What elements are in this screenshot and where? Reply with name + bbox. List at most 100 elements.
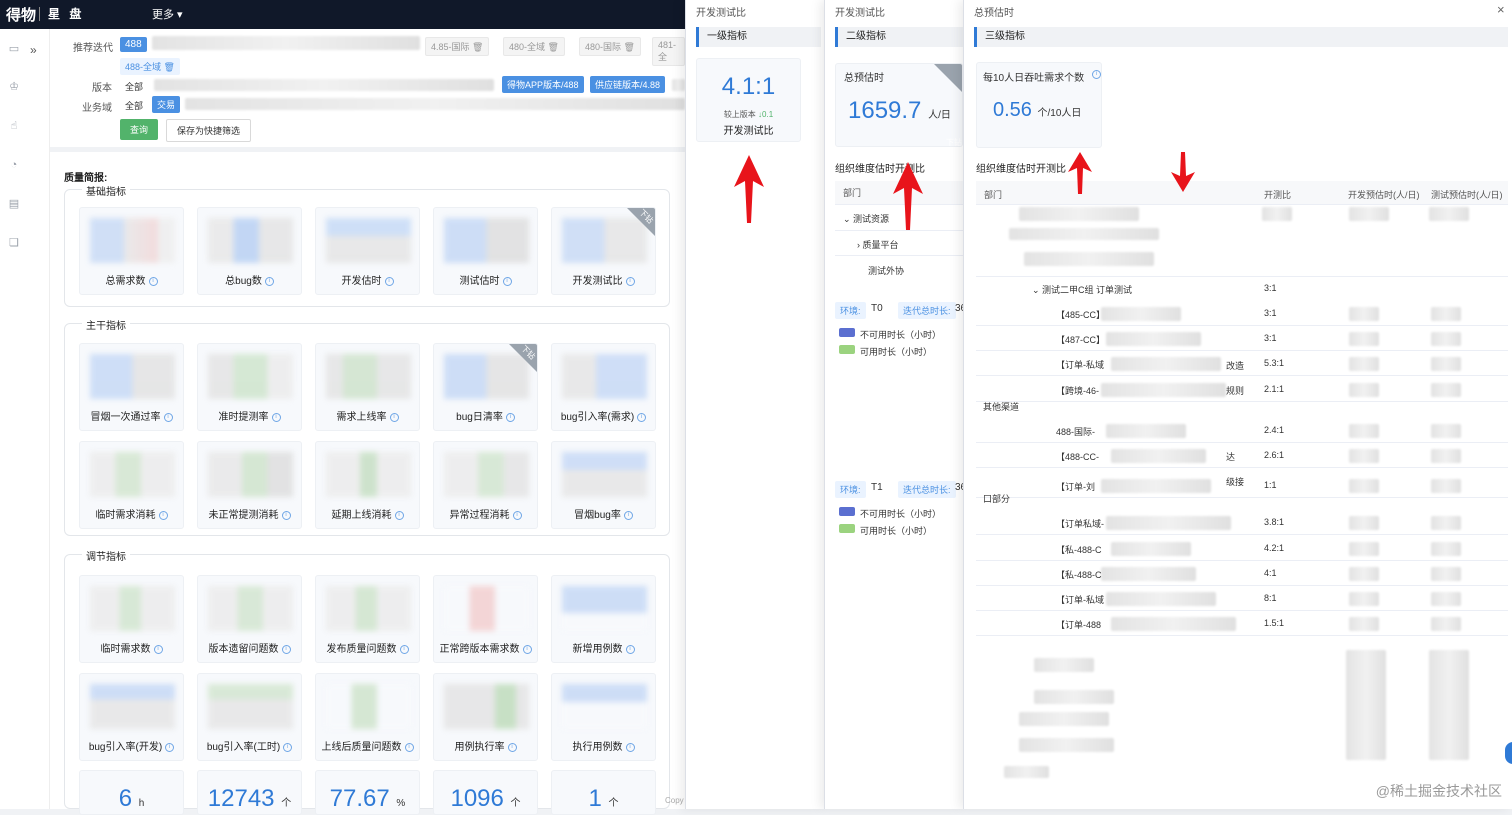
metric-card-demand-online[interactable]: 需求上线率 i (315, 343, 420, 431)
table-row[interactable]: 488-国际- 2.4:1 (976, 419, 1508, 443)
metric-card-total-demands[interactable]: 总需求数 i (79, 207, 184, 295)
close-icon[interactable]: × (1497, 2, 1505, 17)
metric-card-post-release-issues[interactable]: 上线后质量问题数 i (315, 673, 420, 761)
metric-card-dev-estimate[interactable]: 开发估时 i (315, 207, 420, 295)
metric-card-cross-version[interactable]: 正常跨版本需求数 i (433, 575, 538, 663)
expand-sidebar-icon[interactable]: » (30, 43, 37, 57)
info-icon[interactable]: i (522, 644, 532, 654)
info-icon[interactable]: i (394, 510, 404, 520)
info-icon[interactable]: i (404, 742, 414, 752)
metric-card-bug-intro-hours[interactable]: bug引入率(工时) i (197, 673, 302, 761)
biz-all-option[interactable]: 全部 (125, 99, 143, 112)
number-card[interactable]: 12743 个 (197, 770, 302, 815)
brand-logo[interactable]: 得物 (6, 4, 36, 25)
drill-corner[interactable] (934, 64, 962, 92)
info-icon[interactable]: i (399, 644, 409, 654)
table-row[interactable]: 【487-CC】 3:1 (976, 327, 1508, 351)
metric-card-abnormal-test-cost[interactable]: 未正常提测消耗 i (197, 441, 302, 529)
thumb-icon[interactable]: ☝ (8, 120, 20, 132)
iteration-tag-1[interactable]: 4.85-国际 🗑 (425, 37, 490, 56)
trophy-icon[interactable]: ♔ (8, 81, 20, 93)
metric-card-case-exec-rate[interactable]: 用例执行率 i (433, 673, 538, 761)
iteration-tag-4[interactable]: 481-全 (652, 37, 685, 66)
iteration-sub-tag[interactable]: 488-全域 🗑 (120, 58, 180, 75)
table-icon[interactable]: ▤ (8, 198, 20, 210)
message-icon[interactable]: ▭ (8, 43, 20, 55)
info-icon[interactable]: i (281, 644, 291, 654)
metric-card-delay-online-cost[interactable]: 延期上线消耗 i (315, 441, 420, 529)
metric-card-smoke-pass[interactable]: 冒烟一次通过率 i (79, 343, 184, 431)
info-icon[interactable]: i (165, 742, 175, 752)
throughput-kpi[interactable]: 每10人日吞吐需求个数 i 0.56 个/10人日 (976, 62, 1102, 148)
table-row[interactable]: 【订单-488 1.5:1 (976, 612, 1508, 636)
watermark: @稀土掘金技术社区 (1375, 783, 1502, 799)
info-icon[interactable]: i (625, 742, 635, 752)
version-all-option[interactable]: 全部 (125, 80, 143, 93)
info-icon[interactable]: i (281, 510, 291, 520)
info-icon[interactable]: i (163, 412, 173, 422)
save-filter-button[interactable]: 保存为快捷筛选 (166, 119, 252, 142)
table-row[interactable]: 【订单-私域 8:1 (976, 587, 1508, 611)
iteration-tag-2[interactable]: 480-全域 🗑 (503, 37, 565, 56)
dev-test-ratio-kpi[interactable]: 4.1:1 较上版本 ↓0.1 开发测试比 (696, 58, 801, 142)
info-icon[interactable]: i (637, 412, 647, 422)
number-card[interactable]: 1096 个 (433, 770, 538, 815)
metric-card-exec-cases[interactable]: 执行用例数 i (551, 673, 656, 761)
metric-card-release-issues[interactable]: 发布质量问题数 i (315, 575, 420, 663)
info-icon[interactable]: i (148, 276, 158, 286)
pie-chart-icon[interactable]: ◔ (8, 159, 20, 171)
number-card[interactable]: 6 h (79, 770, 184, 815)
metric-card-temp-demand-cost[interactable]: 临时需求消耗 i (79, 441, 184, 529)
metric-card-temp-demands[interactable]: 临时需求数 i (79, 575, 184, 663)
info-icon[interactable]: i (512, 510, 522, 520)
table-row[interactable]: 【订单私域- 3.8:1 (976, 511, 1508, 535)
metric-card-legacy-issues[interactable]: 版本遗留问题数 i (197, 575, 302, 663)
metric-card-total-bugs[interactable]: 总bug数 i (197, 207, 302, 295)
total-estimate-kpi[interactable]: 总预估时 i 1659.7 人/日 (835, 63, 963, 147)
version-tag-supply[interactable]: 供应链版本/4.88 (590, 76, 666, 93)
info-icon[interactable]: i (502, 276, 512, 286)
row-ratio: 2.1:1 (1264, 384, 1285, 394)
info-icon[interactable]: i (158, 510, 168, 520)
floating-help-button[interactable] (1505, 742, 1512, 764)
metric-card-abnormal-process-cost[interactable]: 异常过程消耗 i (433, 441, 538, 529)
metric-card-bug-intro-demand[interactable]: bug引入率(需求) i (551, 343, 656, 431)
number-card[interactable]: 1 个 (551, 770, 656, 815)
info-icon[interactable]: i (507, 742, 517, 752)
biz-selected-tag[interactable]: 交易 (152, 96, 181, 113)
metric-card-ontime-test[interactable]: 准时提测率 i (197, 343, 302, 431)
metric-card-new-cases[interactable]: 新增用例数 i (551, 575, 656, 663)
chat-icon[interactable]: ❏ (8, 237, 20, 249)
info-icon[interactable]: i (625, 276, 635, 286)
metric-card-dev-test-ratio[interactable]: 下钻 开发测试比 i (551, 207, 656, 295)
info-icon[interactable]: i (389, 412, 399, 422)
tree-row-quality-platform[interactable]: › 质量平台 (857, 238, 899, 251)
tree-row-test-resource[interactable]: ⌄ 测试资源 (843, 212, 889, 225)
info-icon[interactable]: i (625, 644, 635, 654)
metric-card-bug-intro-dev[interactable]: bug引入率(开发) i (79, 673, 184, 761)
version-tag-app[interactable]: 得物APP版本/488 (502, 76, 584, 93)
iteration-tag-3[interactable]: 480-国际 🗑 (579, 37, 641, 56)
info-icon[interactable]: i (271, 412, 281, 422)
more-menu[interactable]: 更多 ▾ (152, 6, 183, 22)
info-icon[interactable]: i (623, 510, 633, 520)
table-row[interactable]: 【488-CC- 2.6:1 (976, 444, 1508, 468)
query-button[interactable]: 查询 (120, 119, 159, 140)
metric-card-test-estimate[interactable]: 测试估时 i (433, 207, 538, 295)
group-row[interactable]: ⌄ 测试二甲C组 订单测试 (1032, 283, 1132, 296)
iteration-selected-tag[interactable]: 488 (120, 37, 147, 52)
info-icon[interactable]: i (283, 742, 293, 752)
metric-card-bug-daily-clear[interactable]: 下钻 bug日清率 i (433, 343, 538, 431)
number-card[interactable]: 77.67 % (315, 770, 420, 815)
metric-card-smoke-bug-rate[interactable]: 冒烟bug率 i (551, 441, 656, 529)
info-icon[interactable]: i (505, 412, 515, 422)
tree-row-outsource[interactable]: 测试外协 (868, 264, 904, 277)
table-row[interactable]: 【485-CC】 3:1 (976, 302, 1508, 326)
table-row[interactable]: 【私-488-C 4.2:1 (976, 537, 1508, 561)
info-icon[interactable]: i (153, 644, 163, 654)
info-icon[interactable]: i (264, 276, 274, 286)
app-name[interactable]: 星 盘 (48, 5, 84, 22)
table-row[interactable]: 【私-488-C 4:1 (976, 562, 1508, 586)
info-icon[interactable]: i (384, 276, 394, 286)
info-icon[interactable]: i (1092, 70, 1101, 79)
